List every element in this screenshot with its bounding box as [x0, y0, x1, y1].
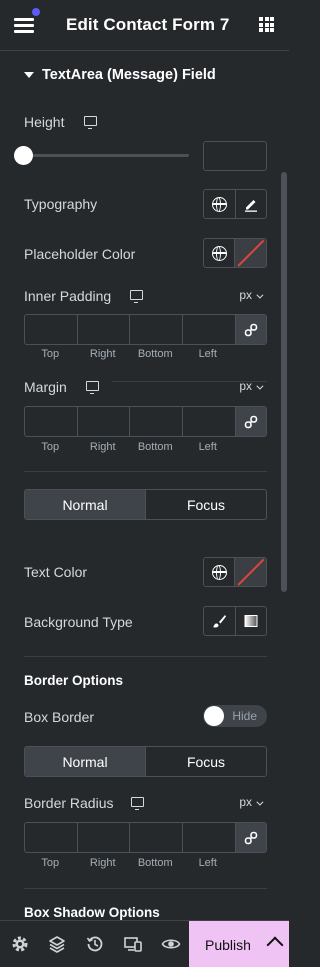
link-icon — [244, 831, 258, 844]
height-input[interactable] — [203, 141, 267, 171]
border-radius-label: Border Radius — [24, 795, 114, 811]
brush-icon — [213, 615, 227, 628]
radius-right-input[interactable] — [78, 823, 130, 852]
typography-controls — [203, 189, 267, 219]
margin-inputs — [24, 406, 267, 437]
chevron-up-icon[interactable] — [266, 936, 284, 954]
tab-focus[interactable]: Focus — [145, 490, 266, 519]
background-classic-button[interactable] — [204, 607, 235, 635]
typography-label: Typography — [24, 196, 98, 212]
border-radius-inputs — [24, 822, 267, 853]
inner-padding-label: Inner Padding — [24, 288, 112, 304]
page-title: Edit Contact Form 7 — [66, 15, 230, 34]
box-shadow-heading: Box Shadow Options — [24, 905, 160, 920]
border-radius-unit-select[interactable]: px — [239, 795, 264, 809]
placeholder-color-label: Placeholder Color — [24, 246, 136, 262]
publish-label: Publish — [205, 936, 251, 953]
tab-focus[interactable]: Focus — [145, 747, 266, 776]
box-border-toggle[interactable]: Hide — [203, 705, 267, 727]
hamburger-menu-icon[interactable] — [12, 8, 40, 36]
state-tabs: Normal Focus — [24, 489, 267, 520]
no-color-swatch-icon — [235, 558, 266, 586]
controls-panel: TextArea (Message) Field Height Typograp… — [0, 52, 289, 920]
section-divider — [24, 656, 267, 657]
inner-padding-inputs — [24, 314, 267, 345]
border-options-heading: Border Options — [24, 673, 124, 688]
placeholder-color-global-button[interactable] — [204, 239, 234, 267]
typography-global-button[interactable] — [204, 190, 235, 218]
inner-padding-labels: Top Right Bottom Left — [41, 348, 217, 360]
globe-icon — [211, 564, 227, 580]
radius-top-input[interactable] — [25, 823, 78, 852]
globe-icon — [211, 196, 227, 212]
section-toggle[interactable]: TextArea (Message) Field — [24, 67, 216, 83]
box-border-label: Box Border — [24, 709, 95, 725]
notification-dot — [32, 8, 40, 16]
link-values-button[interactable] — [235, 315, 266, 344]
margin-label: Margin — [24, 379, 67, 395]
link-icon — [244, 323, 258, 336]
radius-left-input[interactable] — [183, 823, 236, 852]
panel-scrollbar[interactable] — [281, 172, 287, 592]
padding-left-input[interactable] — [183, 315, 236, 344]
tab-normal[interactable]: Normal — [25, 747, 145, 776]
layers-icon[interactable] — [47, 934, 67, 954]
margin-bottom-input[interactable] — [130, 407, 183, 436]
padding-bottom-input[interactable] — [130, 315, 183, 344]
background-type-label: Background Type — [24, 614, 133, 630]
inner-padding-unit-select[interactable]: px — [239, 288, 264, 302]
settings-gear-icon[interactable] — [10, 934, 30, 954]
height-slider-handle[interactable] — [14, 146, 33, 165]
chevron-down-icon — [256, 291, 264, 299]
editor-header: Edit Contact Form 7 — [0, 0, 289, 51]
caret-down-icon — [24, 72, 34, 78]
height-label: Height — [24, 114, 65, 130]
link-values-button[interactable] — [235, 823, 266, 852]
widgets-grid-icon[interactable] — [259, 17, 274, 32]
margin-left-input[interactable] — [183, 407, 236, 436]
responsive-icon[interactable] — [123, 934, 143, 954]
desktop-icon[interactable] — [84, 116, 97, 129]
text-color-swatch[interactable] — [234, 558, 266, 586]
text-color-global-button[interactable] — [204, 558, 234, 586]
height-slider-track[interactable] — [24, 154, 189, 157]
section-divider — [24, 888, 267, 889]
desktop-icon[interactable] — [86, 381, 99, 394]
margin-labels: Top Right Bottom Left — [41, 441, 217, 453]
radius-bottom-input[interactable] — [130, 823, 183, 852]
text-color-label: Text Color — [24, 564, 88, 580]
globe-icon — [211, 245, 227, 261]
placeholder-color-swatch[interactable] — [234, 239, 266, 267]
link-values-button[interactable] — [235, 407, 266, 436]
padding-right-input[interactable] — [78, 315, 130, 344]
section-divider — [24, 471, 267, 472]
no-color-swatch-icon — [235, 239, 266, 267]
pencil-icon — [244, 200, 257, 212]
section-title: TextArea (Message) Field — [42, 67, 216, 83]
gradient-icon — [244, 615, 258, 627]
toggle-knob — [204, 706, 224, 726]
margin-unit-select[interactable]: px — [239, 379, 264, 393]
history-icon[interactable] — [85, 934, 105, 954]
link-icon — [244, 415, 258, 428]
margin-top-input[interactable] — [25, 407, 78, 436]
preview-eye-icon[interactable] — [161, 934, 181, 954]
publish-button[interactable]: Publish — [189, 921, 289, 967]
desktop-icon[interactable] — [131, 797, 144, 810]
editor-footer: Publish — [0, 920, 289, 967]
chevron-down-icon — [256, 382, 264, 390]
padding-top-input[interactable] — [25, 315, 78, 344]
toggle-label: Hide — [232, 709, 257, 723]
typography-edit-button[interactable] — [234, 190, 267, 218]
desktop-icon[interactable] — [130, 290, 143, 303]
margin-right-input[interactable] — [78, 407, 130, 436]
tab-normal[interactable]: Normal — [25, 490, 145, 519]
chevron-down-icon — [256, 798, 264, 806]
border-radius-labels: Top Right Bottom Left — [41, 857, 217, 869]
background-type-controls — [203, 606, 267, 636]
text-color-controls — [203, 557, 267, 587]
placeholder-color-controls — [203, 238, 267, 268]
border-state-tabs: Normal Focus — [24, 746, 267, 777]
background-gradient-button[interactable] — [234, 607, 267, 635]
